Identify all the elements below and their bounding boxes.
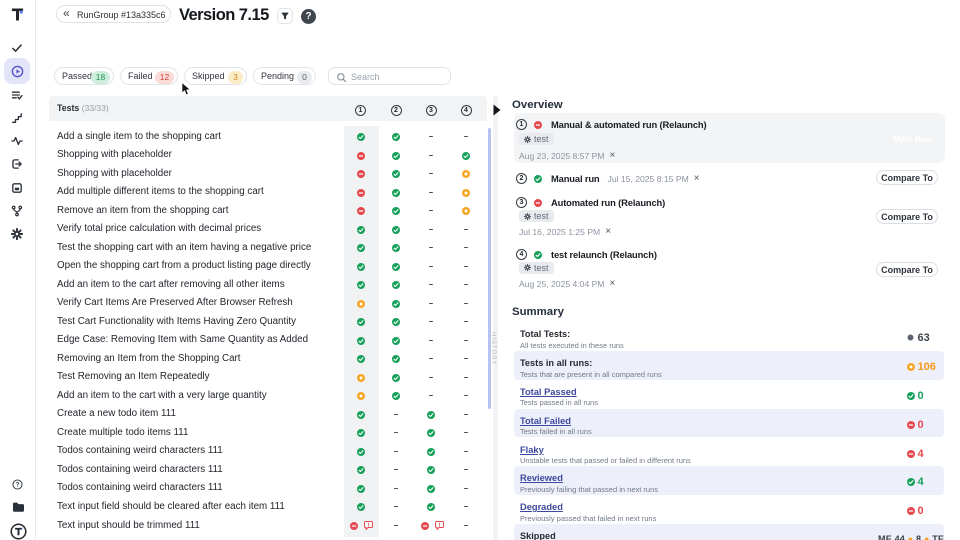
svg-text:?: ? (16, 481, 20, 488)
